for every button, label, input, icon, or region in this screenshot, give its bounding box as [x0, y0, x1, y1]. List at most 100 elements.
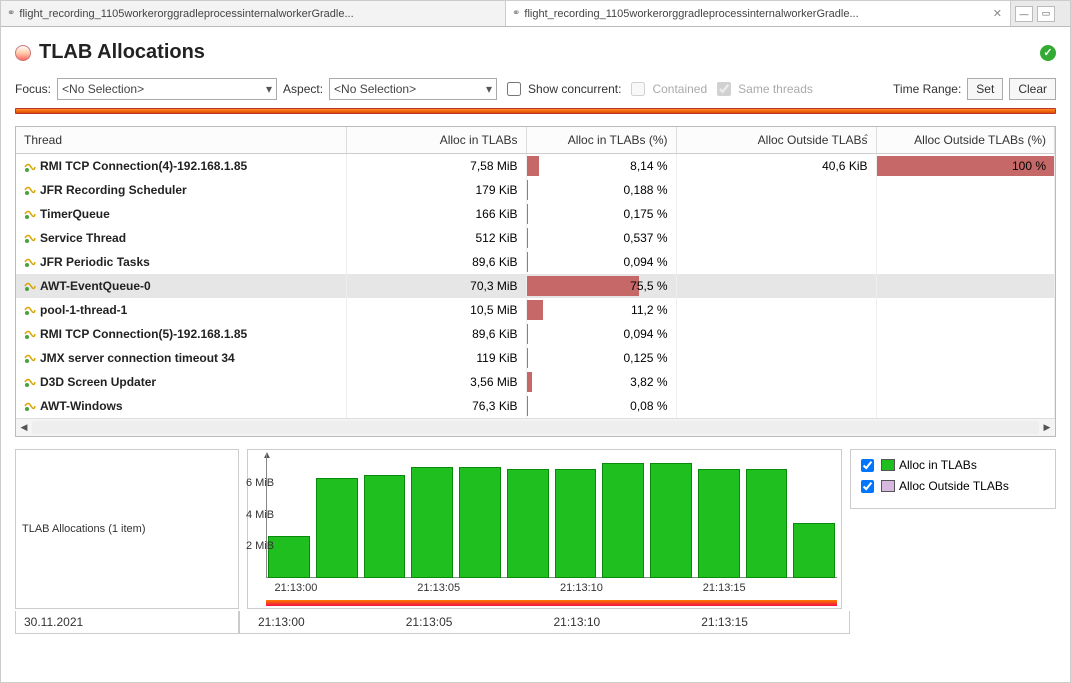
scroll-left-icon[interactable]: ◀: [16, 419, 32, 436]
alloc-in-cell: 512 KiB: [346, 226, 526, 250]
legend-item-out[interactable]: Alloc Outside TLABs: [857, 477, 1049, 496]
thread-icon: [24, 328, 36, 340]
table-row[interactable]: D3D Screen Updater3,56 MiB3,82 %: [16, 370, 1055, 394]
time-range-bar[interactable]: [266, 600, 837, 606]
thread-icon: [24, 208, 36, 220]
time-range-label: Time Range:: [893, 82, 961, 96]
table-row[interactable]: AWT-Windows76,3 KiB0,08 %: [16, 394, 1055, 418]
alloc-in-pct-cell: 0,08 %: [526, 394, 676, 418]
alloc-in-pct-cell: 0,188 %: [526, 178, 676, 202]
thread-cell: AWT-EventQueue-0: [16, 274, 346, 298]
table-row[interactable]: RMI TCP Connection(4)-192.168.1.857,58 M…: [16, 154, 1055, 178]
x-tick: 21:13:10: [560, 582, 603, 594]
alloc-in-cell: 89,6 KiB: [346, 250, 526, 274]
chart-series-label: TLAB Allocations (1 item): [16, 523, 146, 535]
alloc-out-cell: [676, 178, 876, 202]
minimize-button[interactable]: —: [1015, 6, 1033, 22]
alloc-out-pct-cell: [876, 346, 1055, 370]
chart-bar: [411, 467, 453, 577]
table-scrollbar[interactable]: ◀ ▶: [16, 418, 1055, 436]
chart-bar: [650, 463, 692, 578]
alloc-out-pct-cell: [876, 226, 1055, 250]
scroll-right-icon[interactable]: ▶: [1039, 419, 1055, 436]
table-row[interactable]: JFR Periodic Tasks89,6 KiB0,094 %: [16, 250, 1055, 274]
maximize-button[interactable]: ▭: [1037, 6, 1055, 22]
tab-label: flight_recording_1105workerorggradleproc…: [524, 8, 986, 20]
window-buttons: — ▭: [1011, 6, 1059, 22]
alloc-in-pct-cell: 3,82 %: [526, 370, 676, 394]
clear-button[interactable]: Clear: [1009, 78, 1056, 100]
thread-icon: [24, 232, 36, 244]
alloc-out-pct-cell: [876, 274, 1055, 298]
window: ⚭ flight_recording_1105workerorggradlepr…: [0, 0, 1071, 683]
alloc-out-pct-cell: [876, 298, 1055, 322]
alloc-out-cell: [676, 322, 876, 346]
close-icon[interactable]: ✕: [991, 7, 1004, 20]
alloc-out-pct-cell: [876, 178, 1055, 202]
chart-bar: [507, 469, 549, 578]
thread-icon: [24, 376, 36, 388]
y-tick: 6 MiB: [246, 477, 262, 489]
table-row[interactable]: JMX server connection timeout 34119 KiB0…: [16, 346, 1055, 370]
allocation-chart[interactable]: ▲ 21:13:0021:13:0521:13:1021:13:15 2 MiB…: [247, 449, 842, 609]
chart-bar: [746, 469, 788, 578]
table-row[interactable]: JFR Recording Scheduler179 KiB0,188 %: [16, 178, 1055, 202]
aspect-label: Aspect:: [283, 82, 323, 96]
chart-bar: [793, 523, 835, 577]
table-row[interactable]: RMI TCP Connection(5)-192.168.1.8589,6 K…: [16, 322, 1055, 346]
col-alloc-in-pct[interactable]: Alloc in TLABs (%): [526, 127, 676, 154]
page-title: TLAB Allocations: [39, 41, 1032, 64]
focus-select[interactable]: <No Selection>: [57, 78, 277, 100]
alloc-in-cell: 166 KiB: [346, 202, 526, 226]
same-threads-checkbox: Same threads: [713, 79, 813, 99]
table-row[interactable]: Service Thread512 KiB0,537 %: [16, 226, 1055, 250]
table-row[interactable]: TimerQueue166 KiB0,175 %: [16, 202, 1055, 226]
chart-legend: Alloc in TLABs Alloc Outside TLABs: [850, 449, 1056, 509]
alloc-in-pct-cell: 75,5 %: [526, 274, 676, 298]
table-row[interactable]: AWT-EventQueue-070,3 MiB75,5 %: [16, 274, 1055, 298]
tab-recording-1[interactable]: ⚭ flight_recording_1105workerorggradlepr…: [1, 1, 506, 26]
thread-cell: JFR Recording Scheduler: [16, 178, 346, 202]
x-tick: 21:13:05: [417, 582, 460, 594]
show-concurrent-checkbox[interactable]: Show concurrent:: [503, 79, 621, 99]
alloc-in-cell: 10,5 MiB: [346, 298, 526, 322]
time-label: 21:13:15: [701, 615, 849, 629]
alloc-in-pct-cell: 0,094 %: [526, 322, 676, 346]
alloc-out-cell: [676, 346, 876, 370]
thread-icon: [24, 280, 36, 292]
range-bar[interactable]: [15, 108, 1056, 114]
legend-checkbox[interactable]: [861, 459, 874, 472]
alloc-in-cell: 76,3 KiB: [346, 394, 526, 418]
alloc-in-pct-cell: 11,2 %: [526, 298, 676, 322]
checkbox[interactable]: [507, 82, 521, 96]
thread-cell: JFR Periodic Tasks: [16, 250, 346, 274]
x-tick: 21:13:00: [275, 582, 318, 594]
col-thread[interactable]: Thread: [16, 127, 346, 154]
thread-cell: pool-1-thread-1: [16, 298, 346, 322]
legend-item-in[interactable]: Alloc in TLABs: [857, 456, 1049, 475]
scroll-track[interactable]: [32, 421, 1039, 434]
set-button[interactable]: Set: [967, 78, 1003, 100]
chart-plot: [266, 454, 837, 578]
alloc-out-cell: 40,6 KiB: [676, 154, 876, 178]
alloc-out-cell: [676, 370, 876, 394]
legend-checkbox[interactable]: [861, 480, 874, 493]
focus-label: Focus:: [15, 82, 51, 96]
aspect-select[interactable]: <No Selection>: [329, 78, 497, 100]
tab-label: flight_recording_1105workerorggradleproc…: [19, 8, 499, 20]
y-tick: 2 MiB: [246, 540, 262, 552]
col-alloc-in[interactable]: Alloc in TLABs: [346, 127, 526, 154]
time-label: 21:13:00: [258, 615, 406, 629]
col-alloc-out[interactable]: Alloc Outside TLABs⌃: [676, 127, 876, 154]
thread-cell: RMI TCP Connection(5)-192.168.1.85: [16, 322, 346, 346]
thread-icon: [24, 304, 36, 316]
alloc-out-cell: [676, 202, 876, 226]
col-alloc-out-pct[interactable]: Alloc Outside TLABs (%): [876, 127, 1055, 154]
thread-icon: [24, 161, 36, 173]
alloc-in-pct-cell: 0,125 %: [526, 346, 676, 370]
chart-bar: [459, 467, 501, 577]
tab-recording-2[interactable]: ⚭ flight_recording_1105workerorggradlepr…: [506, 1, 1011, 26]
table-row[interactable]: pool-1-thread-110,5 MiB11,2 %: [16, 298, 1055, 322]
alloc-out-cell: [676, 274, 876, 298]
x-tick: 21:13:15: [703, 582, 746, 594]
